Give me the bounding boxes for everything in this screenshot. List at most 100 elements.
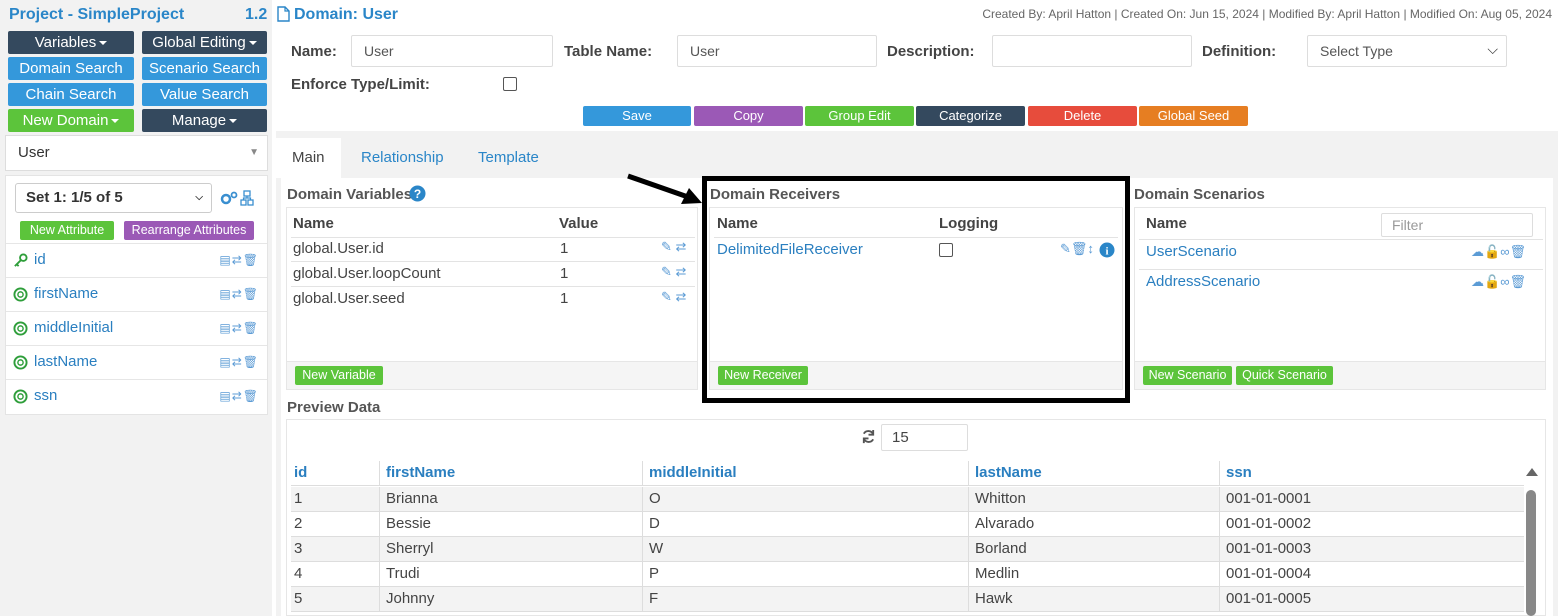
swap-icon[interactable]: ⇄ (232, 287, 243, 301)
categorize-button[interactable]: Categorize (916, 106, 1025, 126)
attribute-row-middleInitial[interactable]: middleInitial ▤⇄🗑 (6, 311, 267, 345)
column-header-ssn[interactable]: ssn (1226, 464, 1252, 481)
variable-row-actions[interactable]: ✎ ⇄ (661, 239, 686, 255)
variables-col-name: Name (293, 215, 334, 232)
attribute-actions[interactable]: ▤⇄🗑 (219, 389, 259, 403)
swap-icon[interactable]: ⇄ (232, 321, 243, 335)
enforce-checkbox[interactable] (503, 77, 517, 91)
name-input[interactable]: User (351, 35, 553, 67)
trash-icon[interactable]: 🗑 (1509, 244, 1526, 259)
scrollbar-thumb[interactable] (1526, 490, 1536, 616)
table-cell: Trudi (386, 565, 420, 582)
rearrange-attributes-button[interactable]: Rearrange Attributes (124, 221, 254, 240)
definition-select[interactable]: Select Type ⌵ (1307, 35, 1507, 67)
swap-icon[interactable]: ⇄ (676, 264, 687, 279)
domain-select[interactable]: User ▼ (5, 135, 268, 171)
swap-icon[interactable]: ⇄ (232, 355, 243, 369)
global-editing-dropdown-button[interactable]: Global Editing (142, 31, 267, 54)
attribute-name[interactable]: firstName (34, 285, 98, 302)
attribute-actions[interactable]: ▤⇄🗑 (219, 287, 259, 301)
preview-count-input[interactable]: 15 (881, 424, 968, 451)
trash-icon[interactable]: 🗑 (243, 253, 259, 267)
column-header-id[interactable]: id (294, 464, 307, 481)
swap-icon[interactable]: ⇄ (232, 253, 243, 267)
delete-button[interactable]: Delete (1028, 106, 1137, 126)
set-select[interactable]: Set 1: 1/5 of 5 ⌵ (15, 183, 212, 213)
unlock-icon[interactable]: 🔓 (1484, 244, 1500, 259)
scenario-link[interactable]: UserScenario (1146, 243, 1237, 260)
divider (1219, 587, 1220, 612)
column-header-middleInitial[interactable]: middleInitial (649, 464, 737, 481)
attribute-row-lastName[interactable]: lastName ▤⇄🗑 (6, 345, 267, 379)
project-title[interactable]: Project - SimpleProject (9, 6, 184, 24)
column-header-firstName[interactable]: firstName (386, 464, 455, 481)
help-icon[interactable]: ? (409, 185, 426, 202)
tab-main[interactable]: Main (276, 138, 341, 178)
attribute-name[interactable]: middleInitial (34, 319, 113, 336)
trash-icon[interactable]: 🗑 (243, 287, 259, 301)
variable-row-actions[interactable]: ✎ ⇄ (661, 264, 686, 280)
quick-scenario-button[interactable]: Quick Scenario (1236, 366, 1333, 385)
pencil-icon[interactable]: ✎ (661, 289, 672, 304)
edit-icon[interactable]: ▤ (219, 253, 231, 267)
attribute-actions[interactable]: ▤⇄🗑 (219, 355, 259, 369)
new-attribute-button[interactable]: New Attribute (20, 221, 114, 240)
new-scenario-button[interactable]: New Scenario (1143, 366, 1232, 385)
unlock-icon[interactable]: 🔓 (1484, 274, 1500, 289)
scenario-search-button[interactable]: Scenario Search (142, 57, 267, 80)
global-seed-button[interactable]: Global Seed (1139, 106, 1248, 126)
attribute-row-firstName[interactable]: firstName ▤⇄🗑 (6, 277, 267, 311)
attribute-actions[interactable]: ▤⇄🗑 (219, 253, 259, 267)
description-input[interactable] (992, 35, 1192, 67)
edit-icon[interactable]: ▤ (219, 287, 231, 301)
gears-icon[interactable] (220, 191, 238, 205)
scenario-link[interactable]: AddressScenario (1146, 273, 1260, 290)
attribute-row-id[interactable]: id ▤⇄🗑 (6, 243, 267, 277)
swap-icon[interactable]: ⇄ (232, 389, 243, 403)
save-button[interactable]: Save (583, 106, 691, 126)
pencil-icon[interactable]: ✎ (661, 239, 672, 254)
table-cell: 2 (294, 515, 303, 532)
trash-icon[interactable]: 🗑 (243, 321, 259, 335)
group-edit-button[interactable]: Group Edit (805, 106, 914, 126)
trash-icon[interactable]: 🗑 (243, 355, 259, 369)
scenario-row-actions[interactable]: ☁🔓∞🗑 (1471, 274, 1526, 290)
manage-dropdown-button[interactable]: Manage (142, 109, 267, 132)
table-name-input[interactable]: User (677, 35, 877, 67)
scenario-row-actions[interactable]: ☁🔓∞🗑 (1471, 244, 1526, 260)
new-domain-dropdown-button[interactable]: New Domain (8, 109, 134, 132)
trash-icon[interactable]: 🗑 (1509, 274, 1526, 289)
new-variable-button[interactable]: New Variable (295, 366, 383, 385)
tab-relationship[interactable]: Relationship (345, 138, 460, 178)
scenario-filter-input[interactable]: Filter (1381, 213, 1533, 237)
edit-icon[interactable]: ▤ (219, 355, 231, 369)
copy-button[interactable]: Copy (694, 106, 803, 126)
attribute-actions[interactable]: ▤⇄🗑 (219, 321, 259, 335)
variable-row-actions[interactable]: ✎ ⇄ (661, 289, 686, 305)
preview-scrollbar[interactable] (1524, 468, 1538, 616)
swap-icon[interactable]: ⇄ (676, 239, 687, 254)
table-cell: 001-01-0004 (1226, 565, 1312, 582)
trash-icon[interactable]: 🗑 (243, 389, 259, 403)
scroll-up-icon[interactable] (1526, 468, 1538, 476)
tab-template[interactable]: Template (462, 138, 555, 178)
lifebuoy-icon (13, 355, 28, 370)
sitemap-icon[interactable] (240, 190, 254, 206)
table-cell: W (649, 540, 664, 557)
attribute-row-ssn[interactable]: ssn ▤⇄🗑 (6, 379, 267, 413)
edit-icon[interactable]: ▤ (219, 389, 231, 403)
chain-search-button[interactable]: Chain Search (8, 83, 134, 106)
attribute-name[interactable]: lastName (34, 353, 97, 370)
swap-icon[interactable]: ⇄ (676, 289, 687, 304)
variables-dropdown-button[interactable]: Variables (8, 31, 134, 54)
attribute-name[interactable]: id (34, 251, 46, 268)
attribute-name[interactable]: ssn (34, 387, 57, 404)
edit-icon[interactable]: ▤ (219, 321, 231, 335)
pencil-icon[interactable]: ✎ (661, 264, 672, 279)
cloud-download-icon[interactable]: ☁ (1471, 244, 1484, 259)
refresh-icon[interactable] (861, 429, 876, 444)
column-header-lastName[interactable]: lastName (975, 464, 1042, 481)
value-search-button[interactable]: Value Search (142, 83, 267, 106)
cloud-download-icon[interactable]: ☁ (1471, 274, 1484, 289)
domain-search-button[interactable]: Domain Search (8, 57, 134, 80)
